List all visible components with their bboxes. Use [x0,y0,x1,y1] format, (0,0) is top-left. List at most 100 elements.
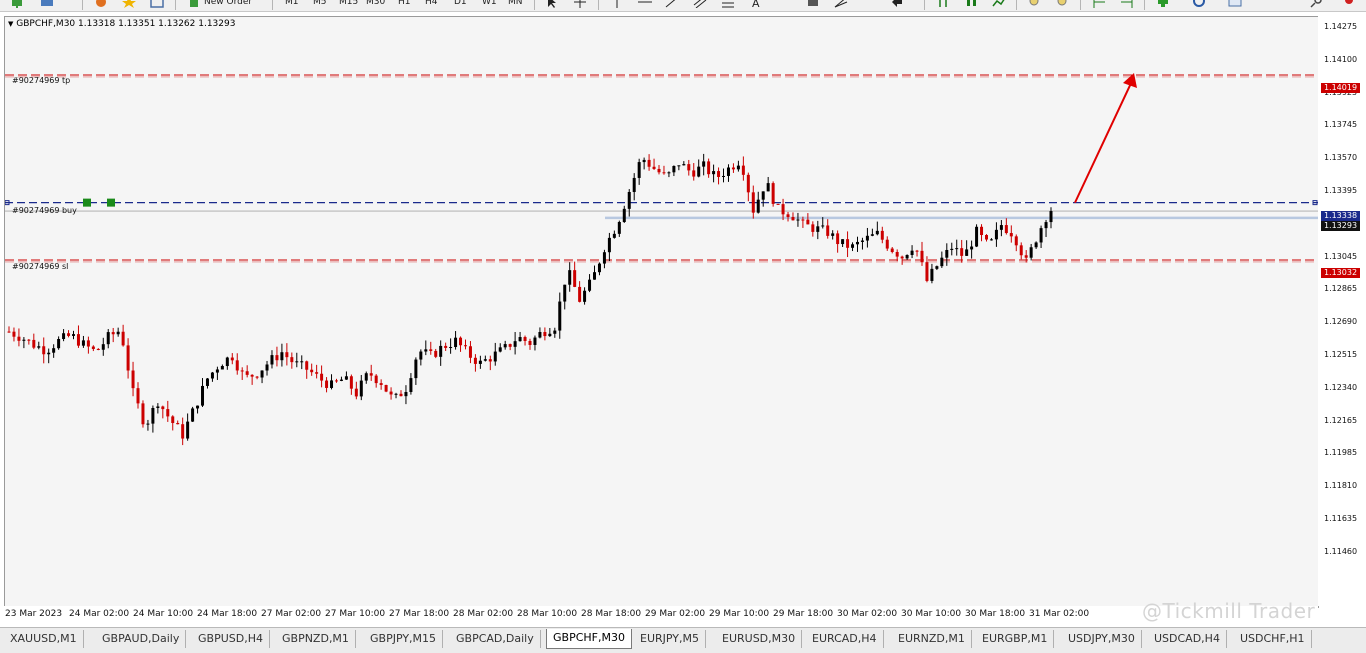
candle-body [454,337,458,348]
candle-body [57,339,61,349]
fibonacci-icon[interactable] [721,0,735,8]
candle-body [260,370,264,378]
candle-body [880,230,884,240]
indicators-icon[interactable] [1156,0,1170,8]
new-order-button[interactable]: New Order [204,0,252,9]
tab-usdjpy-m30[interactable]: USDJPY,M30 [1062,630,1142,648]
tab-gbpaud-daily[interactable]: GBPAUD,Daily [96,630,187,648]
tab-gbpjpy-m15[interactable]: GBPJPY,M15 [364,630,444,648]
candle-body [310,369,314,373]
candle-body [176,423,180,425]
tab-eurjpy-m5[interactable]: EURJPY,M5 [634,630,706,648]
line-chart-icon[interactable] [992,0,1006,8]
timeframe-m5[interactable]: M5 [313,0,327,9]
favorites-star-icon[interactable] [122,0,136,8]
tab-eurcad-h4[interactable]: EURCAD,H4 [806,630,884,648]
arrows-menu-icon[interactable] [890,0,904,8]
navigator-icon[interactable] [150,0,164,8]
candle-body [920,250,924,263]
price-chart[interactable] [5,17,1318,607]
zoom-in-icon[interactable] [1028,0,1042,8]
candle-body [518,337,522,342]
autoscroll-icon[interactable] [1120,0,1134,8]
tab-eurusd-m30[interactable]: EURUSD,M30 [716,630,803,648]
chart-shift-icon[interactable] [1092,0,1106,8]
candle-body [250,374,254,377]
timeframe-mn[interactable]: MN [508,0,523,9]
candle-body [156,406,160,408]
tab-usdchf-h1[interactable]: USDCHF,H1 [1234,630,1312,648]
vertical-line-icon[interactable] [610,0,624,8]
timeframe-w1[interactable]: W1 [482,0,497,9]
tab-eurgbp-m1[interactable]: EURGBP,M1 [976,630,1055,648]
periods-icon[interactable] [1192,0,1206,8]
tab-usdcad-h4[interactable]: USDCAD,H4 [1148,630,1227,648]
cursor-icon[interactable] [545,0,559,8]
timeframe-d1[interactable]: D1 [454,0,467,9]
candle-body [1049,211,1053,223]
time-axis[interactable]: 23 Mar 2023 24 Mar 02:00 24 Mar 10:00 24 Ma… [0,606,1318,626]
tab-xauusd-m1[interactable]: XAUUSD,M1 [4,630,84,648]
timeframe-h4[interactable]: H4 [425,0,438,9]
candle-body [369,373,373,376]
candle-body [394,393,398,395]
candle-body [712,171,716,175]
candle-body [597,263,601,273]
time-tick-label: 24 Mar 18:00 [197,609,258,619]
candlestick-icon[interactable] [964,0,978,8]
candle-body [488,359,492,362]
candle-body [196,405,200,409]
target-arrow-line [1074,78,1134,204]
timeframe-m15[interactable]: M15 [339,0,358,9]
market-watch-icon[interactable] [94,0,108,8]
notifications-icon[interactable] [1340,0,1354,8]
candle-body [359,380,363,397]
zoom-out-icon[interactable] [1056,0,1070,8]
candle-body [67,333,71,336]
fibo-fan-icon[interactable] [834,0,848,8]
candle-body [642,159,646,163]
candle-body [761,191,765,200]
price-tick-label: 1.12165 [1324,415,1358,425]
chart-area[interactable] [4,16,1319,608]
candle-body [548,333,552,337]
candle-body [220,366,224,370]
candle-body [950,248,954,250]
candle-body [796,219,800,221]
trendline-icon[interactable] [665,0,679,8]
symbol-dropdown-icon[interactable]: ▼ [8,20,13,28]
candle-body [12,331,16,337]
tab-gbpcad-daily[interactable]: GBPCAD,Daily [450,630,541,648]
search-icon[interactable] [1310,0,1324,8]
profiles-icon[interactable] [40,0,54,8]
candle-body [1004,225,1008,234]
new-chart-icon[interactable] [10,0,24,8]
text-tool-icon[interactable]: A [750,0,764,8]
horizontal-line-icon[interactable] [638,0,652,8]
templates-icon[interactable] [1228,0,1242,8]
new-order-icon[interactable] [187,0,201,8]
tab-gbpnzd-m1[interactable]: GBPNZD,M1 [276,630,356,648]
bar-chart-icon[interactable] [936,0,950,8]
candle-body [91,346,95,349]
tab-eurnzd-m1[interactable]: EURNZD,M1 [892,630,972,648]
candle-body [692,170,696,177]
candle-body [885,239,889,249]
candle-body [1024,255,1028,258]
label-tool-icon[interactable] [806,0,820,8]
equidistant-channel-icon[interactable] [693,0,707,8]
tab-gbpchf-m30[interactable]: GBPCHF,M30 [546,629,632,649]
candle-body [573,270,577,287]
candle-body [890,248,894,252]
timeframe-m1[interactable]: M1 [285,0,299,9]
timeframe-m30[interactable]: M30 [366,0,385,9]
tab-gbpusd-h4[interactable]: GBPUSD,H4 [192,630,270,648]
crosshair-icon[interactable] [573,0,587,8]
candle-body [280,352,284,361]
candle-body [364,373,368,381]
candle-body [568,270,572,285]
timeframe-h1[interactable]: H1 [398,0,411,9]
price-axis[interactable]: 1.142751.141001.139251.137451.135701.133… [1318,16,1366,606]
candle-body [325,380,329,388]
candle-body [583,290,587,302]
